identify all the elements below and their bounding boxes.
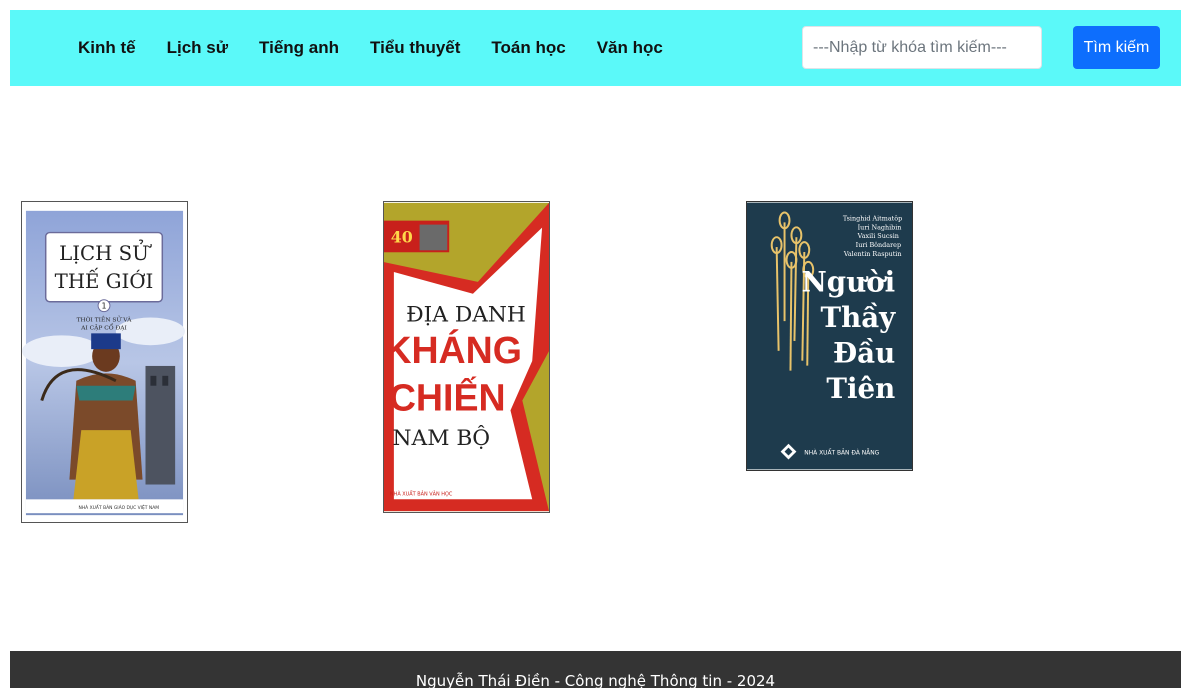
book3-author-2: Iuri Naghibin	[858, 223, 902, 231]
nav-link-toan-hoc[interactable]: Toán học	[491, 38, 565, 58]
book2-badge: 40	[391, 227, 413, 246]
nav-link-van-hoc[interactable]: Văn học	[597, 38, 663, 58]
search-button[interactable]: Tìm kiếm	[1073, 26, 1160, 69]
book-cover-image: 40 ĐỊA DANH KHÁNG CHIẾN NAM BỘ NHÀ XUẤT …	[384, 202, 549, 512]
book-cover-image: Tsinghid Aitmatôp Iuri Naghibin Vaxili S…	[747, 202, 912, 470]
book3-publisher: NHÀ XUẤT BẢN ĐÀ NẴNG	[804, 449, 879, 457]
top-navbar: Kinh tế Lịch sử Tiếng anh Tiểu thuyết To…	[10, 10, 1181, 86]
book1-title-line1: LỊCH SỬ	[59, 238, 152, 265]
book-cover-nguoi-thay-dau-tien[interactable]: Tsinghid Aitmatôp Iuri Naghibin Vaxili S…	[746, 201, 913, 471]
book2-title-line4: NAM BỘ	[393, 425, 491, 451]
nav-link-tieu-thuyet[interactable]: Tiểu thuyết	[370, 38, 460, 58]
book-cover-lich-su-the-gioi[interactable]: LỊCH SỬ THẾ GIỚI 1 THỜI TIỀN SỬ VÀ AI CẬ…	[21, 201, 188, 523]
footer-text: Nguyễn Thái Điền - Công nghệ Thông tin -…	[415, 672, 776, 688]
nav-link-kinh-te[interactable]: Kinh tế	[78, 38, 136, 58]
book3-author-3: Vaxili Sucsin	[857, 232, 899, 240]
book3-title-line4: Tiên	[826, 372, 895, 405]
book1-volume: 1	[101, 302, 106, 311]
book2-title-line3: CHIẾN	[389, 376, 506, 418]
book3-author-5: Valentin Rasputin	[843, 250, 902, 258]
book-cover-image: LỊCH SỬ THẾ GIỚI 1 THỜI TIỀN SỬ VÀ AI CẬ…	[22, 202, 187, 522]
book1-title-line2: THẾ GIỚI	[55, 267, 154, 293]
nav-link-lich-su[interactable]: Lịch sử	[167, 38, 228, 58]
book3-author-1: Tsinghid Aitmatôp	[843, 214, 902, 222]
book2-title-line1: ĐỊA DANH	[406, 302, 526, 327]
nav-link-tieng-anh[interactable]: Tiếng anh	[259, 38, 339, 58]
book3-title-line1: Người	[802, 266, 896, 299]
book-cover-dia-danh-khang-chien[interactable]: 40 ĐỊA DANH KHÁNG CHIẾN NAM BỘ NHÀ XUẤT …	[383, 201, 550, 513]
book2-publisher: NHÀ XUẤT BẢN VĂN HỌC	[390, 489, 453, 497]
book3-title-line3: Đầu	[833, 337, 895, 370]
book2-title-line2: KHÁNG	[384, 329, 522, 371]
search-input[interactable]	[802, 26, 1042, 69]
category-nav: Kinh tế Lịch sử Tiếng anh Tiểu thuyết To…	[78, 10, 694, 86]
page-footer: Nguyễn Thái Điền - Công nghệ Thông tin -…	[10, 651, 1181, 688]
book3-title-line2: Thầy	[821, 301, 897, 334]
book3-author-4: Iuri Bôndarep	[856, 241, 901, 249]
